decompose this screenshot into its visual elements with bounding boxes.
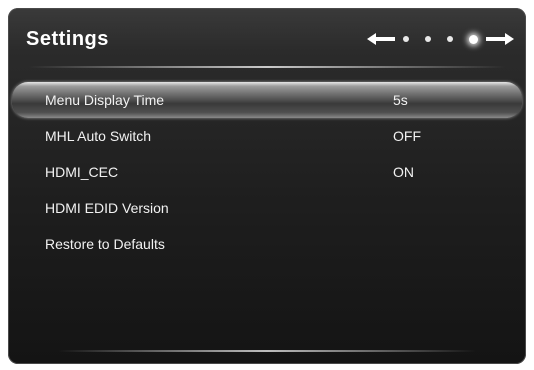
menu-item-label: MHL Auto Switch bbox=[45, 128, 152, 144]
menu-item-label: HDMI_CEC bbox=[45, 164, 119, 180]
menu-item-label: Menu Display Time bbox=[45, 92, 165, 108]
header-divider bbox=[28, 66, 506, 68]
menu-item-value: ON bbox=[393, 164, 414, 180]
menu-item-value: 5s bbox=[393, 92, 408, 108]
page-indicator bbox=[367, 30, 514, 48]
page-dot-2 bbox=[425, 36, 431, 42]
footer-divider bbox=[58, 350, 476, 352]
menu-item-menu-display-time[interactable]: Menu Display Time 5s bbox=[12, 82, 522, 118]
menu-item-hdmi-edid-version[interactable]: HDMI EDID Version bbox=[8, 190, 526, 226]
menu-item-label: HDMI EDID Version bbox=[45, 200, 169, 216]
settings-menu: Menu Display Time 5s MHL Auto Switch OFF… bbox=[8, 82, 526, 262]
page-dot-3 bbox=[447, 36, 453, 42]
settings-osd-panel: Settings Menu Display Time 5s MHL Auto S… bbox=[8, 8, 526, 364]
menu-item-mhl-auto-switch[interactable]: MHL Auto Switch OFF bbox=[8, 118, 526, 154]
arrow-right-icon[interactable] bbox=[486, 30, 514, 48]
arrow-left-icon[interactable] bbox=[367, 30, 395, 48]
page-dot-1 bbox=[403, 36, 409, 42]
page-dot-4-active bbox=[469, 34, 478, 44]
menu-item-restore-defaults[interactable]: Restore to Defaults bbox=[8, 226, 526, 262]
menu-item-label: Restore to Defaults bbox=[45, 236, 165, 252]
menu-item-hdmi-cec[interactable]: HDMI_CEC ON bbox=[8, 154, 526, 190]
menu-item-value: OFF bbox=[393, 128, 421, 144]
page-title: Settings bbox=[26, 28, 109, 50]
